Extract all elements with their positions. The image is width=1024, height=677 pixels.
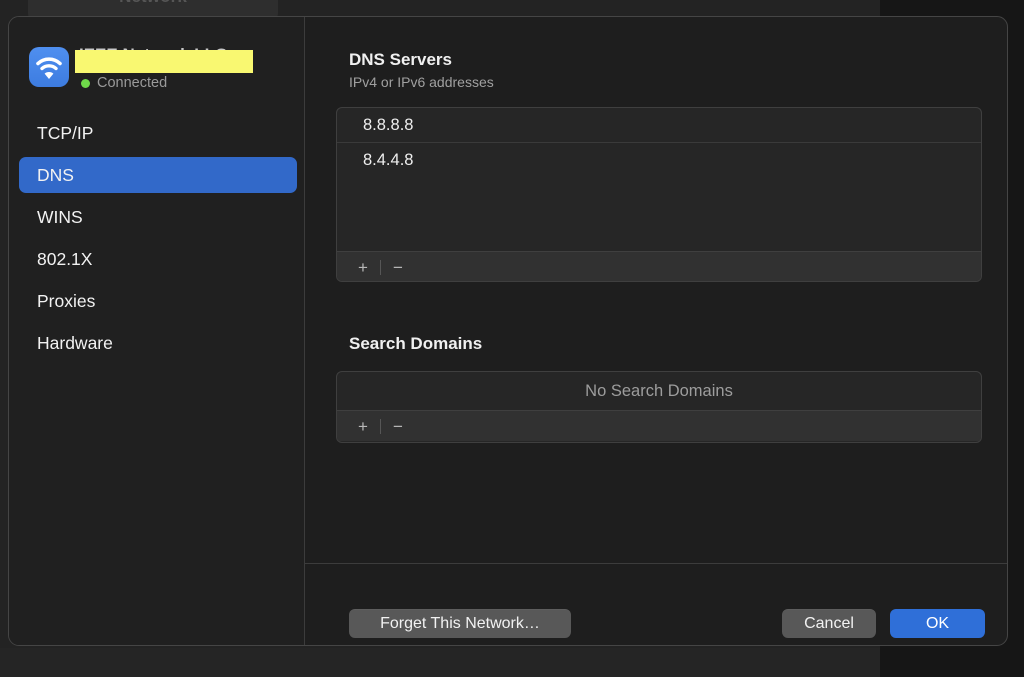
sidebar-item-proxies[interactable]: Proxies [19,283,297,319]
sidebar-item-label: Hardware [37,332,113,353]
search-domains-empty-label: No Search Domains [585,381,733,400]
network-header: IEEE Network LLC Connected [29,45,289,95]
sidebar-item-label: Proxies [37,290,96,311]
sidebar-item-8021x[interactable]: 802.1X [19,241,297,277]
background-bottom-strip [0,648,880,677]
forget-this-network-button[interactable]: Forget This Network… [349,609,571,638]
dns-server-value: 8.4.4.8 [363,151,414,169]
dns-servers-toolbar: + − [337,251,981,281]
status-dot-icon [81,78,90,88]
toolbar-separator [380,418,381,434]
redaction-overlay [75,50,253,73]
add-dns-server-button[interactable]: + [350,259,376,276]
connection-status: Connected [81,75,167,91]
ok-button[interactable]: OK [890,609,985,638]
sidebar-item-label: WINS [37,206,83,227]
sidebar-item-hardware[interactable]: Hardware [19,325,297,361]
sidebar-item-dns[interactable]: DNS [19,157,297,193]
sidebar: IEEE Network LLC Connected TCP/IP DNS WI… [9,17,304,645]
sidebar-item-tcpip[interactable]: TCP/IP [19,115,297,151]
dns-server-value: 8.8.8.8 [363,115,414,134]
dns-servers-listbox[interactable]: 8.8.8.8 8.4.4.8 + − [336,107,982,282]
dns-server-row[interactable]: 8.8.8.8 [337,108,981,143]
dns-servers-rows: 8.8.8.8 8.4.4.8 [337,108,981,251]
footer-divider [305,563,1007,564]
sidebar-item-label: TCP/IP [37,122,94,143]
add-search-domain-button[interactable]: + [350,418,376,435]
search-domains-title: Search Domains [349,334,483,353]
content-pane: DNS Servers IPv4 or IPv6 addresses 8.8.8… [305,17,1007,645]
background-window-title: Network [28,0,278,7]
sidebar-nav-list: TCP/IP DNS WINS 802.1X Proxies Hardware [19,115,297,367]
status-label: Connected [97,75,168,91]
dns-server-row[interactable]: 8.4.4.8 [337,143,981,178]
screen: Network IEEE Network LLC [0,0,1024,677]
dns-servers-subtitle: IPv4 or IPv6 addresses [349,74,494,90]
network-name-container: IEEE Network LLC [75,45,285,73]
sidebar-item-label: 802.1X [37,248,93,269]
search-domains-listbox[interactable]: No Search Domains + − [336,371,982,443]
remove-dns-server-button[interactable]: − [385,259,411,276]
sidebar-item-label: DNS [37,164,74,185]
remove-search-domain-button[interactable]: − [385,418,411,435]
wifi-icon [29,47,69,87]
network-settings-sheet: IEEE Network LLC Connected TCP/IP DNS WI… [8,16,1008,646]
cancel-button[interactable]: Cancel [782,609,876,638]
search-domains-toolbar: + − [337,410,981,441]
sidebar-item-wins[interactable]: WINS [19,199,297,235]
toolbar-separator [380,259,381,275]
dns-servers-title: DNS Servers [349,50,453,69]
